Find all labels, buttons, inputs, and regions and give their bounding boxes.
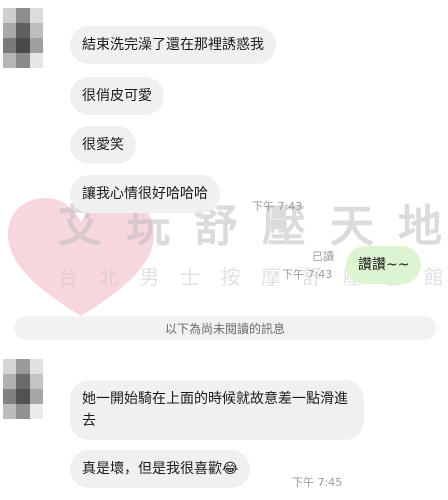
read-receipt: 已讀 bbox=[312, 250, 334, 263]
watermark-subtitle-char: 館 bbox=[423, 265, 444, 289]
message-timestamp: 下午 7:45 bbox=[292, 476, 343, 489]
message-bubble: 結束洗完澡了還在那裡誘惑我 bbox=[70, 26, 276, 64]
message-bubble: 讓我心情很好哈哈哈 bbox=[70, 175, 220, 213]
message-text: 她一開始騎在上面的時候就故意差一點滑進去 bbox=[82, 391, 348, 429]
chat-view: 艾 玩 舒 壓 天 地 台 北 男 士 按 摩 舒 壓 會 館 結束洗完澡了還在… bbox=[0, 0, 448, 500]
message-bubble: 很愛笑 bbox=[70, 126, 136, 164]
message-bubble: 真是壞，但是我很喜歡😂 bbox=[70, 450, 251, 488]
unread-divider-label: 以下為尚未閱讀的訊息 bbox=[164, 321, 285, 336]
message-timestamp: 下午 7:43 bbox=[282, 268, 333, 281]
watermark-subtitle-char: 台 bbox=[58, 265, 78, 289]
avatar[interactable] bbox=[3, 8, 43, 68]
message-text: 很俏皮可愛 bbox=[82, 88, 152, 104]
message-text: 結束洗完澡了還在那裡誘惑我 bbox=[82, 37, 264, 53]
message-text: 很愛笑 bbox=[82, 137, 124, 153]
watermark-subtitle-char: 北 bbox=[98, 265, 119, 289]
message-bubble: 她一開始騎在上面的時候就故意差一點滑進去 bbox=[70, 380, 364, 440]
watermark-subtitle-char: 按 bbox=[220, 265, 241, 289]
unread-divider: 以下為尚未閱讀的訊息 bbox=[14, 316, 436, 340]
message-text: 讓我心情很好哈哈哈 bbox=[82, 186, 208, 202]
watermark-subtitle-char: 士 bbox=[179, 265, 200, 289]
watermark-subtitle-char: 男 bbox=[139, 265, 160, 289]
message-text: 讚讚~~ bbox=[358, 257, 410, 273]
message-timestamp: 下午 7:43 bbox=[252, 200, 303, 213]
message-bubble: 很俏皮可愛 bbox=[70, 77, 164, 115]
watermark-subtitle-char: 摩 bbox=[261, 265, 282, 289]
avatar[interactable] bbox=[3, 359, 43, 419]
message-text: 真是壞，但是我很喜歡😂 bbox=[82, 461, 239, 477]
my-message-bubble: 讚讚~~ bbox=[346, 246, 422, 284]
